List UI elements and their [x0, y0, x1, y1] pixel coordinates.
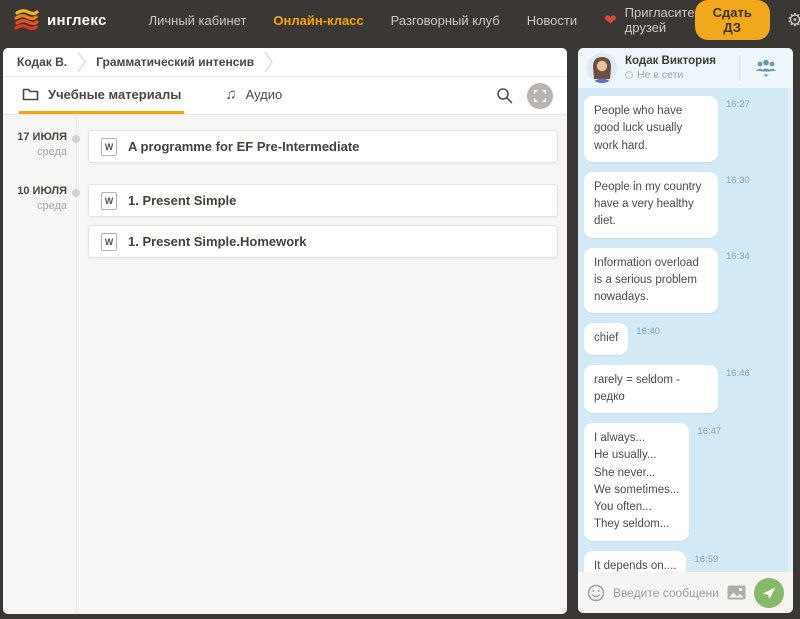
timeline-dot [72, 135, 80, 143]
main-menu: Личный кабинет Онлайн-класс Разговорный … [149, 13, 578, 28]
teacher-name: Кодак Виктория [625, 54, 716, 68]
brand-name: инглекс [47, 12, 107, 29]
materials-group: 10 июля среда W 1. Present Simple W 1. P… [3, 184, 567, 266]
chat-header: Кодак Виктория Не в сети [578, 48, 793, 88]
chat-message: I always... He usually... She never... W… [584, 423, 793, 541]
search-icon[interactable] [496, 87, 513, 104]
breadcrumb: Кодак В. Грамматический интенсив [3, 48, 567, 77]
chat-message: chief 16:40 [584, 323, 793, 354]
materials-list: 17 июля среда W A programme for EF Pre-I… [3, 115, 567, 614]
word-doc-icon: W [101, 233, 117, 251]
chat-message: rarely = seldom - редко 16:46 [584, 365, 793, 414]
chat-input-bar [578, 572, 793, 613]
tab-audio-label: Аудио [246, 87, 283, 102]
attach-image-icon[interactable] [727, 585, 746, 600]
menu-item-online-class[interactable]: Онлайн-класс [273, 13, 363, 28]
word-doc-icon: W [101, 138, 117, 156]
tab-study-materials-label: Учебные материалы [48, 87, 181, 102]
header-divider [739, 55, 740, 81]
message-input[interactable] [613, 586, 719, 600]
materials-panel: Кодак В. Грамматический интенсив Учебные… [3, 48, 567, 614]
invite-friends-link[interactable]: ❤ Пригласите друзей [604, 5, 695, 35]
breadcrumb-course[interactable]: Грамматический интенсив [96, 55, 254, 69]
message-time: 16:59 [694, 551, 718, 565]
teacher-avatar[interactable] [587, 53, 617, 83]
breadcrumb-teacher[interactable]: Кодак В. [17, 55, 67, 69]
participants-icon[interactable] [748, 57, 784, 79]
chat-messages[interactable]: People who have good luck usually work h… [578, 88, 793, 572]
timeline-dot [72, 189, 80, 197]
message-time: 16:30 [726, 172, 750, 186]
material-card[interactable]: W 1. Present Simple.Homework [88, 225, 558, 258]
music-note-icon: ♫ [225, 86, 236, 103]
tab-audio[interactable]: ♫ Аудио [222, 77, 285, 114]
chat-message: People in my country have a very healthy… [584, 172, 793, 238]
gear-icon[interactable]: ⚙ [787, 11, 800, 29]
send-message-button[interactable] [754, 578, 784, 608]
chat-message: Information overload is a serious proble… [584, 248, 793, 314]
emoji-icon[interactable] [587, 584, 605, 602]
message-time: 16:40 [636, 323, 660, 337]
top-navbar: инглекс Личный кабинет Онлайн-класс Разг… [0, 0, 800, 40]
submit-homework-button[interactable]: Сдать ДЗ [695, 0, 770, 40]
breadcrumb-separator-icon [77, 51, 86, 73]
chat-message: People who have good luck usually work h… [584, 96, 793, 162]
fullscreen-expand-icon[interactable] [527, 83, 553, 109]
teacher-status: Не в сети [625, 69, 716, 82]
chat-scrollbar[interactable] [788, 88, 793, 572]
menu-item-speaking-club[interactable]: Разговорный клуб [391, 13, 500, 28]
message-time: 16:34 [726, 248, 750, 262]
material-card[interactable]: W 1. Present Simple [88, 184, 558, 217]
message-time: 16:27 [726, 96, 750, 110]
message-time: 16:46 [726, 365, 750, 379]
brand-logo[interactable]: инглекс [14, 9, 107, 31]
offline-status-icon [625, 71, 633, 79]
message-time: 16:47 [697, 423, 721, 437]
chat-message: It depends on.... 16:59 [584, 551, 793, 573]
date-label: 10 июля среда [3, 184, 88, 266]
heart-icon: ❤ [604, 13, 617, 28]
menu-item-personal-cabinet[interactable]: Личный кабинет [149, 13, 247, 28]
folder-icon [22, 87, 39, 101]
breadcrumb-separator-icon [264, 51, 273, 73]
tab-bar: Учебные материалы ♫ Аудио [3, 77, 567, 115]
materials-group: 17 июля среда W A programme for EF Pre-I… [3, 130, 567, 171]
paper-plane-icon [761, 585, 777, 601]
menu-item-news[interactable]: Новости [527, 13, 577, 28]
chat-panel: Кодак Виктория Не в сети People who have… [578, 48, 793, 613]
material-card[interactable]: W A programme for EF Pre-Intermediate [88, 130, 558, 163]
englex-logo-icon [14, 9, 40, 31]
date-label: 17 июля среда [3, 130, 88, 171]
word-doc-icon: W [101, 192, 117, 210]
tab-study-materials[interactable]: Учебные материалы [19, 77, 184, 114]
invite-friends-label: Пригласите друзей [625, 5, 695, 35]
